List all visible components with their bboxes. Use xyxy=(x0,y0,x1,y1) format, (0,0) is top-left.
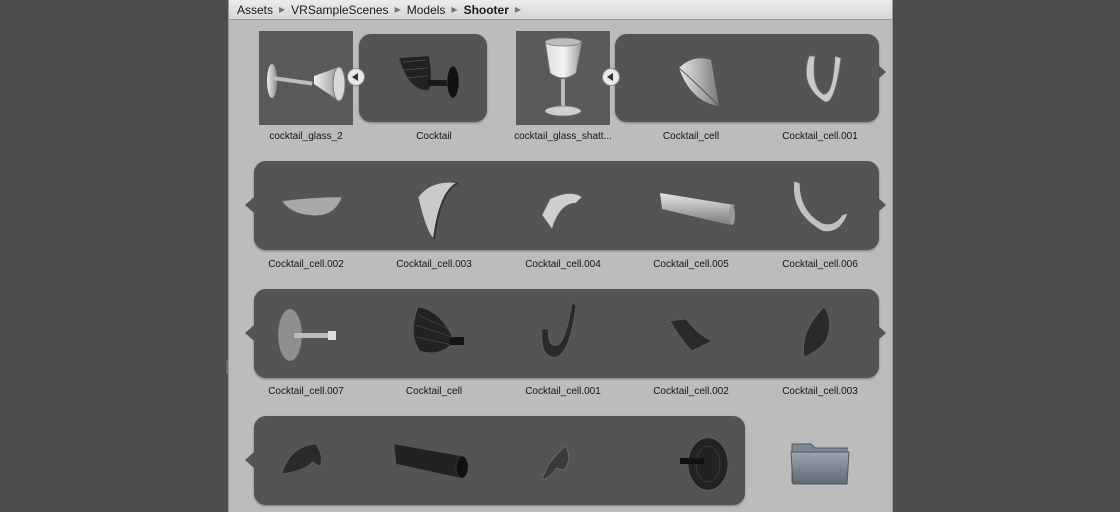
asset-label: Cocktail_cell.002 xyxy=(653,386,729,397)
folder-icon[interactable] xyxy=(789,436,851,488)
breadcrumb: Assets ▶ VRSampleScenes ▶ Models ▶ Shoot… xyxy=(229,0,892,20)
wine-glass-upright-icon xyxy=(544,37,583,117)
group-notch-icon xyxy=(245,325,254,341)
breadcrumb-separator-icon: ▶ xyxy=(394,5,401,14)
asset-label: Cocktail xyxy=(416,131,452,142)
asset-label: cocktail_glass_shatt... xyxy=(514,131,612,142)
cocktail-glass-shattered-thumbnail[interactable] xyxy=(516,31,610,125)
cocktail-cell-mesh-icon[interactable] xyxy=(536,440,586,488)
asset-label: Cocktail_cell.001 xyxy=(782,131,858,142)
asset-label: Cocktail_cell.003 xyxy=(396,259,472,270)
cocktail-cell-shard-icon[interactable] xyxy=(667,52,737,112)
asset-label: cocktail_glass_2 xyxy=(269,131,343,142)
breadcrumb-separator-icon: ▶ xyxy=(279,5,286,14)
cocktail-mesh-icon[interactable] xyxy=(676,430,736,494)
group-notch-icon xyxy=(245,452,254,468)
cocktail-expanded-group xyxy=(359,34,487,122)
asset-label: Cocktail_cell.004 xyxy=(525,259,601,270)
group-notch-icon xyxy=(245,197,254,213)
cocktail-mesh-icon[interactable] xyxy=(389,50,469,106)
breadcrumb-shooter[interactable]: Shooter xyxy=(464,3,509,17)
asset-label: Cocktail_cell.001 xyxy=(525,386,601,397)
group-notch-icon xyxy=(877,64,886,80)
cocktail-cells-group-row2 xyxy=(245,161,886,250)
breadcrumb-assets[interactable]: Assets xyxy=(237,3,273,17)
cocktail-cell-mesh-icon[interactable] xyxy=(276,436,336,486)
cocktail-cell-002-shard-icon[interactable] xyxy=(278,185,348,225)
group-notch-icon xyxy=(877,325,886,341)
asset-label: Cocktail_cell xyxy=(405,386,463,397)
collapse-arrow-icon[interactable] xyxy=(347,68,365,86)
asset-label: Cocktail_cell xyxy=(662,131,720,142)
cocktail-glass-2-thumbnail[interactable] xyxy=(259,31,353,125)
cocktail-mesh-icon[interactable] xyxy=(402,301,472,365)
wine-glass-lying-icon xyxy=(267,64,346,102)
cocktail-cell-expanded-group xyxy=(615,34,886,122)
breadcrumb-separator-icon: ▶ xyxy=(451,5,458,14)
cocktail-cell-006-shard-icon[interactable] xyxy=(788,177,858,237)
cocktail-cell-mesh-icon[interactable] xyxy=(388,434,478,484)
cocktail-cell-005-shard-icon[interactable] xyxy=(654,183,744,233)
cocktail-cell-001-shard-icon[interactable] xyxy=(795,52,865,112)
cocktail-cell-002-mesh-icon[interactable] xyxy=(662,311,722,361)
asset-label: Cocktail_cell.002 xyxy=(268,259,344,270)
breadcrumb-vrsamplescenes[interactable]: VRSampleScenes xyxy=(291,3,388,17)
cocktail-cell-003-mesh-icon[interactable] xyxy=(790,301,850,365)
breadcrumb-separator-icon: ▶ xyxy=(514,5,522,14)
cocktail-cell-003-shard-icon[interactable] xyxy=(410,177,470,241)
cocktail-cells-group-row4 xyxy=(245,416,745,505)
cocktail-cell-004-shard-icon[interactable] xyxy=(536,185,596,231)
breadcrumb-models[interactable]: Models xyxy=(407,3,446,17)
cocktail-cell-001-mesh-icon[interactable] xyxy=(532,299,592,367)
cocktail-cell-007-shard-icon[interactable] xyxy=(276,301,346,365)
asset-label: Cocktail_cell.005 xyxy=(653,259,729,270)
asset-label: Cocktail_cell.006 xyxy=(782,259,858,270)
asset-label: Cocktail_cell.007 xyxy=(268,386,344,397)
cocktail-cells-group-row3 xyxy=(245,289,886,378)
group-notch-icon xyxy=(877,197,886,213)
collapse-arrow-icon[interactable] xyxy=(602,68,620,86)
asset-label: Cocktail_cell.003 xyxy=(782,386,858,397)
project-browser-panel: Assets ▶ VRSampleScenes ▶ Models ▶ Shoot… xyxy=(228,0,893,512)
